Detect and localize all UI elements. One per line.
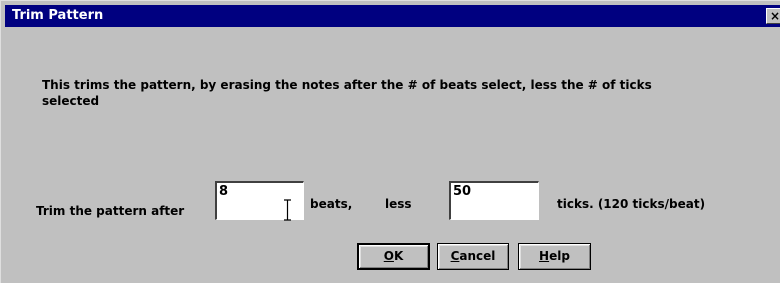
ok-mnemonic: O xyxy=(383,249,394,263)
help-mnemonic: H xyxy=(539,249,550,263)
help-label: elp xyxy=(549,249,570,263)
less-label: less xyxy=(385,197,412,211)
ticks-input[interactable]: 50 xyxy=(449,181,539,220)
cancel-button[interactable]: Cancel xyxy=(437,243,509,270)
ok-button[interactable]: OK xyxy=(357,243,430,270)
ticks-unit-label: ticks. (120 ticks/beat) xyxy=(557,197,706,211)
window-title: Trim Pattern xyxy=(12,8,104,23)
cancel-label: ancel xyxy=(459,249,496,263)
trim-after-label: Trim the pattern after xyxy=(36,204,185,218)
close-button[interactable]: × xyxy=(766,8,780,24)
help-button[interactable]: Help xyxy=(518,243,591,270)
beats-unit-label: beats, xyxy=(310,197,353,211)
trim-pattern-dialog: Trim Pattern × This trims the pattern, b… xyxy=(0,0,780,283)
text-cursor-icon xyxy=(284,199,291,221)
ok-label: K xyxy=(393,249,404,263)
close-icon: × xyxy=(769,9,780,23)
description-text: This trims the pattern, by erasing the n… xyxy=(42,78,652,108)
title-bar[interactable]: Trim Pattern × xyxy=(5,5,780,27)
